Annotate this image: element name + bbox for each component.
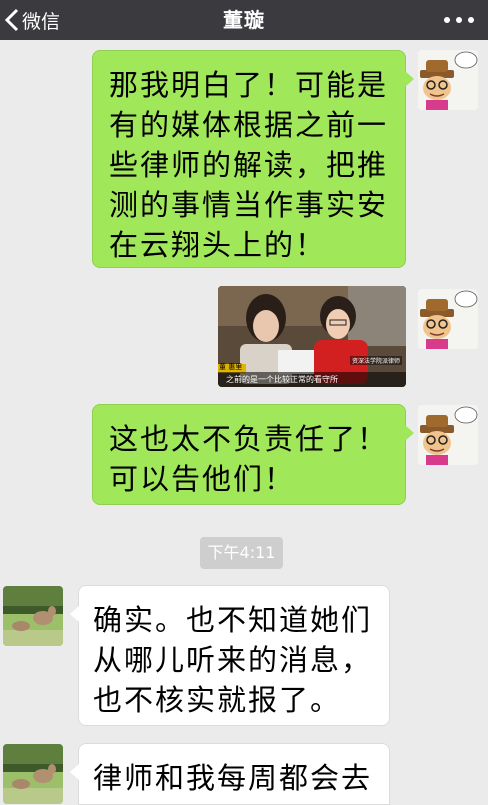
more-dot-icon (456, 17, 462, 23)
message-bubble-received[interactable]: 确实。也不知道她们 从哪儿听来的消息， 也不核实就报了。 (70, 585, 390, 726)
back-button[interactable]: 微信 (4, 6, 60, 34)
title-bar: 微信 董璇 (0, 0, 488, 40)
message-line: 在云翔头上的！ (109, 228, 327, 262)
cartoon-avatar-icon (418, 289, 478, 349)
message-bubble-sent[interactable]: 这也太不负责任了！ 可以告他们！ (92, 404, 414, 505)
message-bubble-sent[interactable]: 那我明白了！可能是 有的媒体根据之前一 些律师的解读，把推 测的事情当作事实安 … (92, 50, 414, 268)
message-timestamp: 下午4:11 (200, 537, 283, 569)
kangaroo-photo-icon (3, 586, 63, 646)
kangaroo-photo-icon (3, 744, 63, 804)
my-avatar[interactable] (418, 289, 478, 349)
video-thumbnail[interactable]: 董 惠里 资深法学院派律师 之前的是一个比较正常的看守所 (218, 286, 406, 387)
back-label: 微信 (22, 10, 61, 33)
message-line: 这也太不负责任了！ (109, 422, 389, 456)
message-bubble-received[interactable]: 律师和我每周都会去 (70, 743, 390, 805)
message-line: 从哪儿听来的消息， (93, 643, 373, 677)
my-avatar[interactable] (418, 405, 478, 465)
more-dot-icon (444, 17, 450, 23)
message-line: 有的媒体根据之前一 (109, 108, 389, 142)
message-line: 那我明白了！可能是 (109, 68, 389, 102)
cartoon-avatar-icon (418, 405, 478, 465)
more-options-button[interactable] (444, 13, 474, 27)
cartoon-avatar-icon (418, 50, 478, 110)
message-line: 些律师的解读，把推 (109, 148, 389, 182)
message-line: 也不核实就报了。 (93, 683, 342, 717)
contact-avatar[interactable] (3, 586, 63, 646)
more-dot-icon (468, 17, 474, 23)
video-nameplate: 董 惠里 (219, 363, 243, 371)
contact-avatar[interactable] (3, 744, 63, 804)
chevron-left-icon (4, 8, 19, 32)
video-caption: 之前的是一个比较正常的看守所 (226, 375, 338, 384)
my-avatar[interactable] (418, 50, 478, 110)
message-line: 测的事情当作事实安 (109, 188, 389, 222)
message-line: 律师和我每周都会去 (93, 761, 373, 795)
video-frame-image (218, 286, 406, 387)
chat-title: 董璇 (223, 8, 265, 32)
message-line: 可以告他们！ (109, 462, 296, 496)
video-badge: 资深法学院派律师 (350, 356, 403, 365)
message-line: 确实。也不知道她们 (93, 603, 373, 637)
